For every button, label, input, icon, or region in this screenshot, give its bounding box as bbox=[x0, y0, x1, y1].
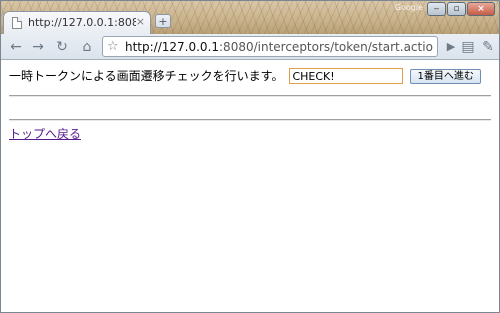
bookmark-star-icon[interactable]: ☆ bbox=[107, 38, 119, 56]
url-text[interactable]: http://127.0.0.1:8080/interceptors/token… bbox=[125, 39, 433, 55]
maximize-button[interactable]: ▫ bbox=[447, 2, 466, 16]
divider bbox=[9, 119, 491, 121]
address-bar[interactable]: ☆ http://127.0.0.1:8080/interceptors/tok… bbox=[102, 36, 438, 57]
close-window-button[interactable]: × bbox=[467, 2, 495, 16]
next-step-button[interactable]: 1番目へ進む bbox=[410, 68, 481, 84]
browser-window: http://127.0.0.1:8080/... × + Google ‒ ▫… bbox=[0, 0, 500, 313]
browser-tab[interactable]: http://127.0.0.1:8080/... × bbox=[3, 11, 151, 34]
tab-title: http://127.0.0.1:8080/... bbox=[28, 16, 136, 29]
title-bar: http://127.0.0.1:8080/... × + Google ‒ ▫… bbox=[1, 1, 499, 34]
url-path: :8080/interceptors/token/start.actio bbox=[219, 40, 433, 54]
url-host: http://127.0.0.1 bbox=[125, 40, 220, 54]
window-controls: ‒ ▫ × bbox=[427, 2, 495, 16]
page-icon bbox=[12, 17, 22, 29]
page-menu-icon[interactable]: ▤ bbox=[459, 38, 477, 56]
browser-toolbar: ← → ↻ ⌂ ☆ http://127.0.0.1:8080/intercep… bbox=[1, 34, 499, 60]
wrench-menu-icon[interactable]: ✎ bbox=[479, 38, 497, 56]
description-text: 一時トークンによる画面遷移チェックを行います。 bbox=[9, 69, 284, 83]
page-content: 一時トークンによる画面遷移チェックを行います。 1番目へ進む トップへ戻る bbox=[1, 60, 499, 312]
close-tab-icon[interactable]: × bbox=[136, 15, 145, 29]
brand-text: Google bbox=[394, 3, 423, 12]
forward-icon[interactable]: → bbox=[29, 38, 47, 56]
reload-icon[interactable]: ↻ bbox=[53, 38, 71, 56]
token-input[interactable] bbox=[289, 68, 404, 84]
token-form: 一時トークンによる画面遷移チェックを行います。 1番目へ進む bbox=[9, 67, 481, 85]
new-tab-button[interactable]: + bbox=[155, 14, 171, 28]
go-icon[interactable]: ▶ bbox=[442, 38, 460, 56]
divider bbox=[9, 95, 491, 97]
back-icon[interactable]: ← bbox=[7, 38, 25, 56]
minimize-button[interactable]: ‒ bbox=[427, 2, 446, 16]
home-icon[interactable]: ⌂ bbox=[78, 38, 96, 56]
back-to-top-link[interactable]: トップへ戻る bbox=[9, 126, 81, 142]
